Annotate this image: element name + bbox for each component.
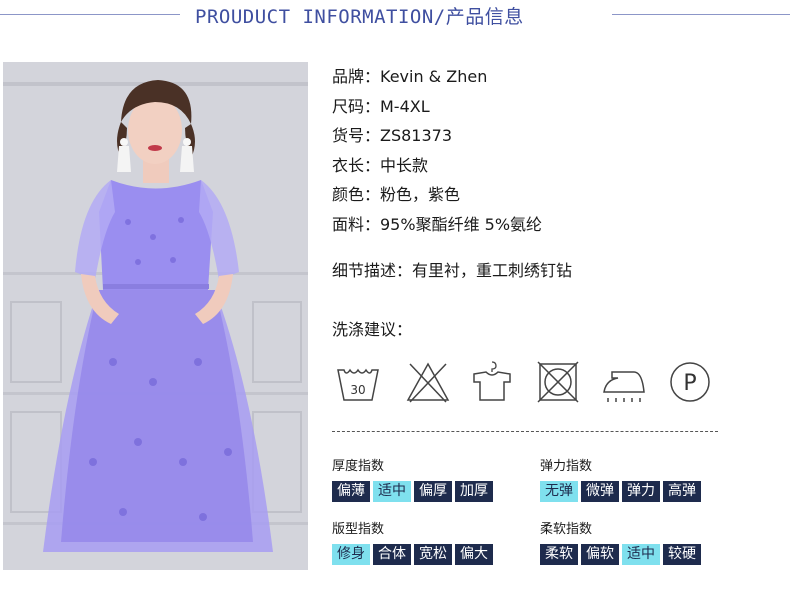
index-option: 偏软 bbox=[581, 544, 619, 565]
index-option: 弹力 bbox=[622, 481, 660, 502]
dress-model-illustration bbox=[3, 62, 308, 570]
index-option: 较硬 bbox=[663, 544, 701, 565]
thickness-label: 厚度指数 bbox=[332, 459, 385, 474]
dry-clean-p-icon: P bbox=[670, 362, 710, 402]
index-option: 高弹 bbox=[663, 481, 701, 502]
elasticity-options: 无弹 微弹 弹力 高弹 bbox=[540, 481, 704, 502]
iron-icon bbox=[603, 371, 645, 402]
fit-label: 版型指数 bbox=[332, 522, 385, 537]
section-header: PROUDUCT INFORMATION/产品信息 bbox=[0, 0, 790, 34]
index-option-selected: 无弹 bbox=[540, 481, 578, 502]
softness-label: 柔软指数 bbox=[540, 522, 593, 537]
no-bleach-icon bbox=[406, 362, 450, 403]
length-row: 衣长：中长款 bbox=[332, 155, 429, 175]
brand-row: 品牌：Kevin & Zhen bbox=[332, 67, 488, 86]
index-option: 宽松 bbox=[414, 544, 452, 565]
thickness-options: 偏薄 适中 偏厚 加厚 bbox=[332, 481, 496, 502]
index-option-selected: 修身 bbox=[332, 544, 370, 565]
fit-options: 修身 合体 宽松 偏大 bbox=[332, 544, 496, 565]
fabric-row: 面料：95%聚酯纤维 5%氨纶 bbox=[332, 214, 543, 234]
size-row: 尺码：M-4XL bbox=[332, 96, 430, 116]
header-rule-left bbox=[0, 14, 180, 15]
dry-clean-label: P bbox=[683, 371, 696, 396]
product-info: 品牌：Kevin & Zhen 尺码：M-4XL 货号：ZS81373 衣长：中… bbox=[332, 62, 772, 239]
section-title: PROUDUCT INFORMATION/产品信息 bbox=[195, 6, 524, 28]
elasticity-index: 弹力指数 无弹 微弹 弹力 高弹 bbox=[540, 455, 704, 502]
index-option: 柔软 bbox=[540, 544, 578, 565]
care-icons: 30 P bbox=[332, 356, 722, 412]
hang-dry-icon bbox=[473, 361, 511, 401]
no-tumble-dry-icon bbox=[537, 361, 579, 403]
index-option: 合体 bbox=[373, 544, 411, 565]
softness-options: 柔软 偏软 适中 较硬 bbox=[540, 544, 704, 565]
index-option: 微弹 bbox=[581, 481, 619, 502]
dashed-divider bbox=[332, 431, 718, 432]
wash-temp-label: 30 bbox=[350, 383, 365, 397]
elasticity-label: 弹力指数 bbox=[540, 459, 593, 474]
header-rule-right bbox=[612, 14, 790, 15]
product-photo bbox=[3, 62, 308, 570]
color-row: 颜色：粉色，紫色 bbox=[332, 185, 461, 204]
index-option-selected: 适中 bbox=[373, 481, 411, 502]
index-option: 偏厚 bbox=[414, 481, 452, 502]
wash-30-icon: 30 bbox=[337, 368, 379, 401]
wash-title: 洗涤建议： bbox=[332, 320, 413, 339]
sku-row: 货号：ZS81373 bbox=[332, 126, 453, 145]
index-option: 加厚 bbox=[455, 481, 493, 502]
thickness-index: 厚度指数 偏薄 适中 偏厚 加厚 bbox=[332, 455, 496, 502]
softness-index: 柔软指数 柔软 偏软 适中 较硬 bbox=[540, 518, 704, 565]
fit-index: 版型指数 修身 合体 宽松 偏大 bbox=[332, 518, 496, 565]
index-option: 偏薄 bbox=[332, 481, 370, 502]
index-option: 偏大 bbox=[455, 544, 493, 565]
index-option-selected: 适中 bbox=[622, 544, 660, 565]
detail-description: 细节描述：有里衬，重工刺绣钉钻 bbox=[332, 261, 573, 280]
